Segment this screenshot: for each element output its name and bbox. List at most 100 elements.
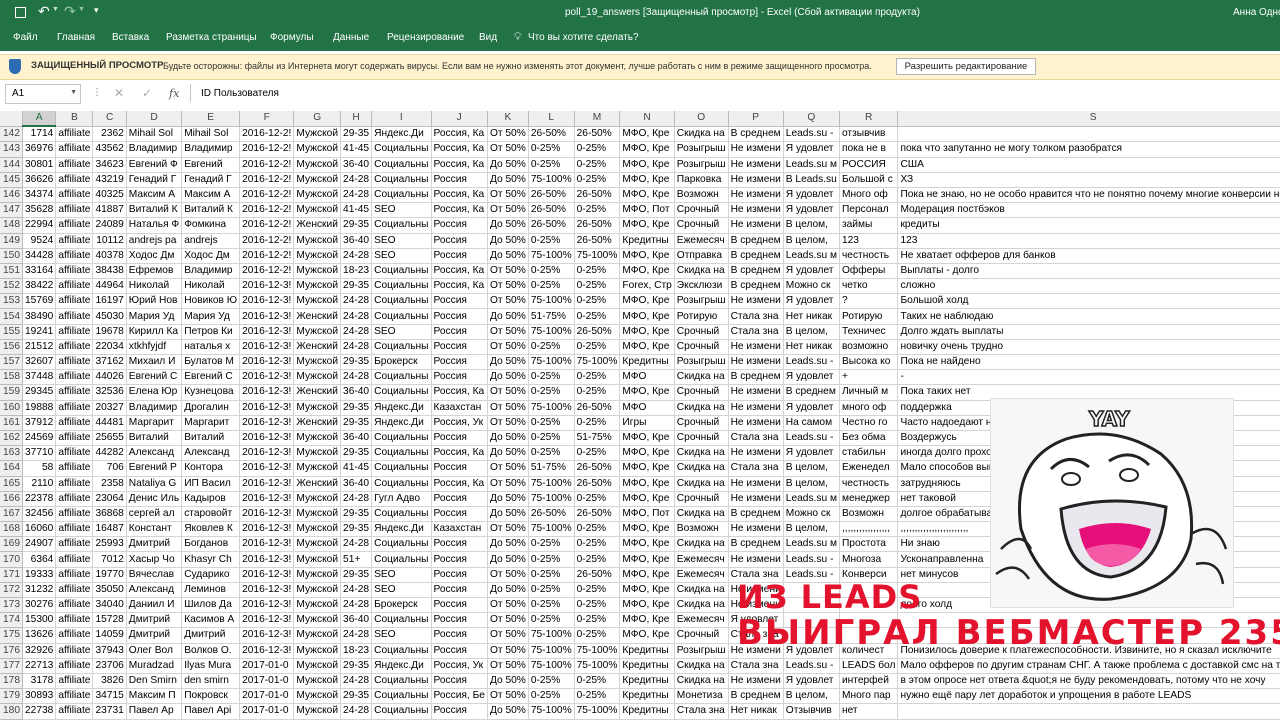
cell-b[interactable]: affiliate (55, 415, 94, 431)
cell-f[interactable]: 2016-12-3! (239, 445, 295, 462)
cell-f[interactable]: 2017-01-0 (239, 703, 295, 720)
row-header[interactable]: 158 (0, 369, 23, 386)
cell-q[interactable]: В целом, (783, 688, 840, 705)
row-header[interactable]: 142 (0, 126, 23, 143)
cell-q[interactable]: Я удовлет (783, 187, 840, 204)
cell-k[interactable]: До 50% (487, 673, 529, 690)
cell-i[interactable]: Социальны (371, 141, 432, 158)
cell-l[interactable]: 75-100% (528, 248, 575, 264)
cell-o[interactable]: Ежемесяч (674, 233, 729, 249)
cell-g[interactable]: Мужской (293, 582, 342, 599)
cell-m[interactable]: 26-50% (574, 324, 621, 340)
cell-f[interactable]: 2016-12-2! (239, 187, 295, 204)
cell-k[interactable]: До 50% (487, 157, 529, 173)
cell-j[interactable]: Россия (431, 567, 488, 583)
cell-q[interactable]: В среднем (783, 384, 840, 401)
cell-d[interactable]: Mihail Sol (126, 126, 183, 143)
cell-s[interactable]: Долго ждать выплаты (897, 324, 1280, 340)
cell-q[interactable]: Отзывчив (783, 703, 840, 720)
cell-f[interactable]: 2016-12-3! (239, 582, 295, 599)
cell-g[interactable]: Женский (293, 415, 342, 431)
cell-p[interactable]: Не измени (728, 415, 784, 431)
cell-a[interactable]: 30893 (22, 688, 57, 705)
cell-f[interactable]: 2016-12-3! (239, 506, 295, 523)
cell-j[interactable]: Россия, Ка (431, 157, 488, 173)
cell-g[interactable]: Мужской (293, 551, 342, 568)
cell-e[interactable]: Khasyr Ch (181, 551, 241, 568)
cell-f[interactable]: 2016-12-3! (239, 627, 295, 644)
cell-f[interactable]: 2016-12-3! (239, 536, 295, 553)
row-header[interactable]: 162 (0, 430, 23, 447)
cell-b[interactable]: affiliate (55, 324, 94, 340)
cell-o[interactable]: Возможн (674, 521, 729, 538)
cell-e[interactable]: Виталий К (181, 202, 241, 219)
formula-input[interactable]: ID Пользователя (190, 84, 1280, 102)
cell-n[interactable]: МФО, Кре (619, 521, 675, 538)
cell-k[interactable]: До 50% (487, 536, 529, 553)
cell-j[interactable]: Россия (431, 536, 488, 553)
cell-g[interactable]: Мужской (293, 354, 342, 371)
cell-h[interactable]: 24-28 (340, 172, 373, 188)
cell-p[interactable]: Не измени (728, 354, 784, 371)
cell-b[interactable]: affiliate (55, 202, 94, 219)
cell-p[interactable]: Не измени (728, 202, 784, 219)
cell-h[interactable]: 24-28 (340, 339, 373, 356)
cell-i[interactable]: Социальны (371, 612, 432, 629)
cell-m[interactable]: 0-25% (574, 369, 621, 386)
cell-e[interactable]: Виталий (181, 430, 241, 447)
cell-i[interactable]: Социальны (371, 157, 432, 173)
cell-b[interactable]: affiliate (55, 278, 94, 295)
cell-r[interactable]: честность (839, 248, 899, 264)
cell-o[interactable]: Скидка на (674, 445, 729, 462)
cell-b[interactable]: affiliate (55, 430, 94, 447)
cell-m[interactable]: 0-25% (574, 582, 621, 599)
cell-n[interactable]: МФО, Кре (619, 445, 675, 462)
cell-l[interactable]: 75-100% (528, 400, 575, 416)
cell-j[interactable]: Россия (431, 627, 488, 644)
cell-p[interactable]: Стала зна (728, 430, 784, 447)
cell-a[interactable]: 34374 (22, 187, 57, 204)
cell-a[interactable]: 22378 (22, 491, 57, 507)
cell-o[interactable]: Возможн (674, 187, 729, 204)
cell-l[interactable]: 75-100% (528, 293, 575, 310)
cell-j[interactable]: Россия (431, 339, 488, 356)
cell-a[interactable]: 38422 (22, 278, 57, 295)
cell-m[interactable]: 0-25% (574, 612, 621, 629)
cell-a[interactable]: 16060 (22, 521, 57, 538)
cell-h[interactable]: 29-35 (340, 445, 373, 462)
cell-d[interactable]: Александ (126, 445, 183, 462)
column-header-b[interactable]: B (55, 111, 94, 127)
cell-k[interactable]: До 50% (487, 308, 529, 325)
cell-j[interactable]: Россия (431, 597, 488, 614)
cell-o[interactable]: Скидка на (674, 126, 729, 143)
cell-f[interactable]: 2016-12-3! (239, 308, 295, 325)
cell-m[interactable]: 75-100% (574, 248, 621, 264)
row-header[interactable]: 146 (0, 187, 23, 204)
row-header[interactable]: 164 (0, 460, 23, 477)
row-header[interactable]: 144 (0, 157, 23, 173)
column-header-n[interactable]: N (619, 111, 675, 127)
cell-n[interactable]: МФО, Кре (619, 217, 675, 234)
cell-q[interactable]: В целом, (783, 521, 840, 538)
cell-d[interactable]: Nataliya G (126, 476, 183, 492)
row-header[interactable]: 161 (0, 415, 23, 431)
cell-g[interactable]: Мужской (293, 567, 342, 583)
cell-g[interactable]: Мужской (293, 157, 342, 173)
cell-d[interactable]: Наталья Ф (126, 217, 183, 234)
cell-m[interactable]: 75-100% (574, 658, 621, 674)
cell-j[interactable]: Россия, Ка (431, 202, 488, 219)
cell-a[interactable]: 32456 (22, 506, 57, 523)
cell-f[interactable]: 2016-12-2! (239, 126, 295, 143)
cell-p[interactable]: В среднем (728, 688, 784, 705)
cell-r[interactable]: пока не в (839, 141, 899, 158)
cell-d[interactable]: Елена Юр (126, 384, 183, 401)
cell-f[interactable]: 2016-12-2! (239, 263, 295, 280)
cell-d[interactable]: andrejs pa (126, 233, 183, 249)
cell-a[interactable]: 22713 (22, 658, 57, 674)
cell-f[interactable]: 2016-12-3! (239, 384, 295, 401)
cell-i[interactable]: Социальны (371, 551, 432, 568)
cell-f[interactable]: 2016-12-3! (239, 354, 295, 371)
cell-s[interactable]: США (897, 157, 1280, 173)
cell-k[interactable]: От 50% (487, 627, 529, 644)
cell-e[interactable]: Волков О. (181, 643, 241, 659)
